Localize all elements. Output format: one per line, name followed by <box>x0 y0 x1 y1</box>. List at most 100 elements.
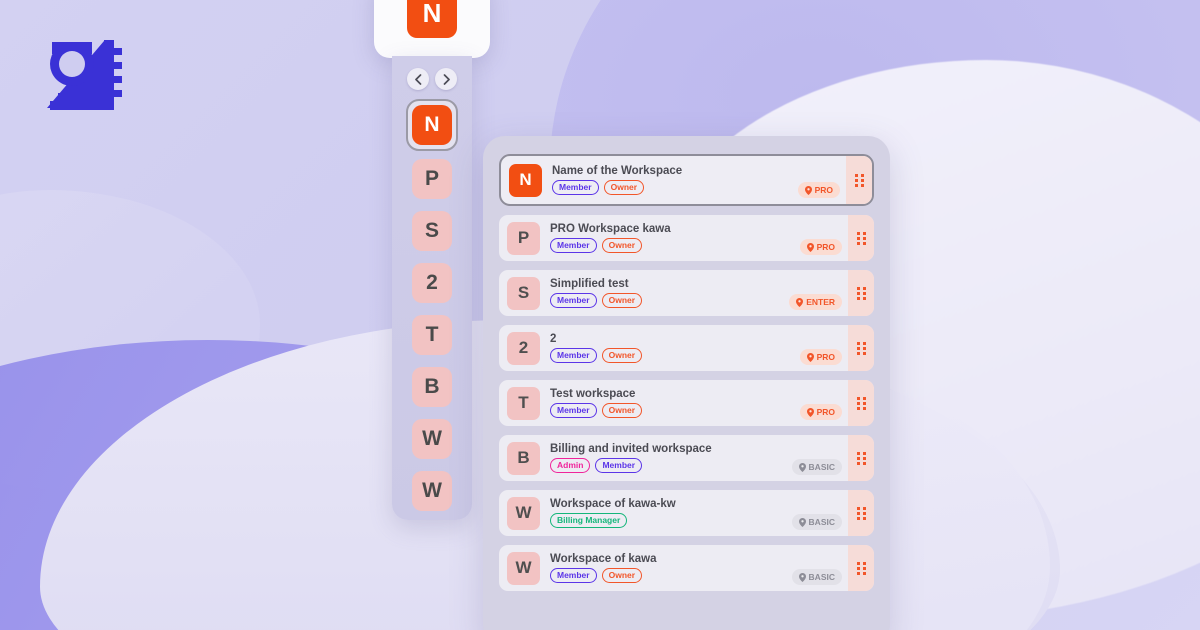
logo-21 <box>42 38 138 114</box>
role-badges: Member Owner <box>550 292 789 309</box>
plan-badge-wrapper: BASIC <box>791 545 848 591</box>
workspace-row[interactable]: S Simplified test Member Owner ENTER <box>499 270 874 316</box>
sidebar-tile-7[interactable]: W <box>412 471 452 511</box>
drag-handle-icon[interactable] <box>848 545 874 591</box>
workspace-title: Name of the Workspace <box>552 164 683 177</box>
workspace-avatar: B <box>507 441 540 475</box>
sidebar-tile-5[interactable]: B <box>412 367 452 407</box>
workspace-title: PRO Workspace kawa <box>550 222 671 235</box>
drag-handle-icon[interactable] <box>846 156 872 204</box>
plan-badge-wrapper: PRO <box>799 325 848 371</box>
plan-badge: BASIC <box>791 514 842 530</box>
chevron-right-icon <box>443 73 450 85</box>
plan-badge-wrapper: ENTER <box>789 270 848 316</box>
workspace-row[interactable]: B Billing and invited workspace Admin Membe… <box>499 435 874 481</box>
plan-badge: ENTER <box>789 294 842 310</box>
workspace-row-body: 2 Member Owner <box>540 333 800 364</box>
location-pin-icon <box>798 462 806 472</box>
workspace-row-body: Billing and invited workspace Admin Member <box>540 443 792 474</box>
workspace-title: Test workspace <box>550 387 636 400</box>
drag-handle-dots <box>856 506 866 520</box>
workspace-avatar: W <box>507 551 540 585</box>
role-badge-member: Member <box>595 457 643 474</box>
drag-handle-icon[interactable] <box>848 435 874 481</box>
sidebar-nav-arrows <box>407 68 457 90</box>
role-badge-owner: Owner <box>601 292 643 309</box>
workspace-sidebar: NPS2TBWW <box>392 56 472 520</box>
workspace-rows: N Name of the Workspace Member Owner PRO P PRO… <box>499 154 874 591</box>
sidebar-tile-1[interactable]: P <box>412 159 452 199</box>
role-badge-owner: Owner <box>603 179 645 196</box>
role-badge-member: Member <box>550 347 597 364</box>
plan-label: PRO <box>816 352 835 362</box>
plan-badge: PRO <box>799 239 842 255</box>
sidebar-tile-0[interactable]: N <box>412 105 452 145</box>
role-badge-owner: Owner <box>601 567 643 584</box>
drag-handle-dots <box>856 231 866 245</box>
location-pin-icon <box>806 242 814 252</box>
workspace-avatar: S <box>507 276 540 310</box>
drag-handle-icon[interactable] <box>848 380 874 426</box>
plan-badge: PRO <box>797 182 840 198</box>
workspace-row[interactable]: W Workspace of kawa-kw Billing Manager BASI… <box>499 490 874 536</box>
plan-badge: PRO <box>799 349 842 365</box>
sidebar-tile-4[interactable]: T <box>412 315 452 355</box>
sidebar-tile-6[interactable]: W <box>412 419 452 459</box>
drag-preview-tile: N <box>407 0 457 38</box>
workspace-row[interactable]: 2 2 Member Owner PRO <box>499 325 874 371</box>
drag-handle-dots <box>854 173 864 187</box>
plan-label: BASIC <box>808 572 835 582</box>
workspace-row-body: Simplified test Member Owner <box>540 278 789 309</box>
workspace-row-body: Test workspace Member Owner <box>540 388 800 419</box>
workspace-row-body: Workspace of kawa-kw Billing Manager <box>540 498 792 529</box>
workspace-row[interactable]: P PRO Workspace kawa Member Owner PRO <box>499 215 874 261</box>
workspace-title: Workspace of kawa <box>550 552 657 565</box>
plan-label: BASIC <box>808 517 835 527</box>
workspace-row[interactable]: N Name of the Workspace Member Owner PRO <box>499 154 874 206</box>
plan-badge-wrapper: BASIC <box>791 435 848 481</box>
drag-preview-card: N <box>374 0 490 58</box>
role-badge-member: Member <box>550 292 597 309</box>
location-pin-icon <box>804 185 812 195</box>
workspace-avatar: P <box>507 221 540 255</box>
location-pin-icon <box>798 572 806 582</box>
drag-handle-dots <box>856 561 866 575</box>
workspace-title: Billing and invited workspace <box>550 442 712 455</box>
role-badges: Member Owner <box>552 179 798 196</box>
drag-handle-icon[interactable] <box>848 215 874 261</box>
workspace-row-body: Name of the Workspace Member Owner <box>542 165 798 196</box>
plan-label: BASIC <box>808 462 835 472</box>
sidebar-next-button[interactable] <box>435 68 457 90</box>
chevron-left-icon <box>414 73 421 85</box>
sidebar-prev-button[interactable] <box>407 68 429 90</box>
drag-handle-dots <box>856 286 866 300</box>
drag-handle-dots <box>856 341 866 355</box>
workspace-row-body: PRO Workspace kawa Member Owner <box>540 223 800 254</box>
location-pin-icon <box>806 352 814 362</box>
drag-handle-dots <box>856 451 866 465</box>
plan-badge-wrapper: PRO <box>799 215 848 261</box>
location-pin-icon <box>798 517 806 527</box>
role-badges: Admin Member <box>550 457 792 474</box>
plan-badge-wrapper: PRO <box>797 156 846 204</box>
workspace-avatar: 2 <box>507 331 540 365</box>
role-badges: Member Owner <box>550 237 800 254</box>
role-badge-member: Member <box>552 179 599 196</box>
plan-label: PRO <box>814 185 833 195</box>
sidebar-tile-3[interactable]: 2 <box>412 263 452 303</box>
drag-handle-icon[interactable] <box>848 490 874 536</box>
plan-label: ENTER <box>806 297 835 307</box>
plan-badge: PRO <box>799 404 842 420</box>
workspace-row-body: Workspace of kawa Member Owner <box>540 553 792 584</box>
role-badge-admin: Admin <box>550 457 591 474</box>
drag-handle-icon[interactable] <box>848 325 874 371</box>
workspace-avatar: N <box>509 163 542 197</box>
workspace-row[interactable]: T Test workspace Member Owner PRO <box>499 380 874 426</box>
role-badge-owner: Owner <box>601 402 643 419</box>
sidebar-tile-2[interactable]: S <box>412 211 452 251</box>
plan-badge: BASIC <box>791 459 842 475</box>
drag-handle-icon[interactable] <box>848 270 874 316</box>
workspace-row[interactable]: W Workspace of kawa Member Owner BASIC <box>499 545 874 591</box>
role-badge-billing: Billing Manager <box>550 512 628 529</box>
role-badges: Member Owner <box>550 402 800 419</box>
